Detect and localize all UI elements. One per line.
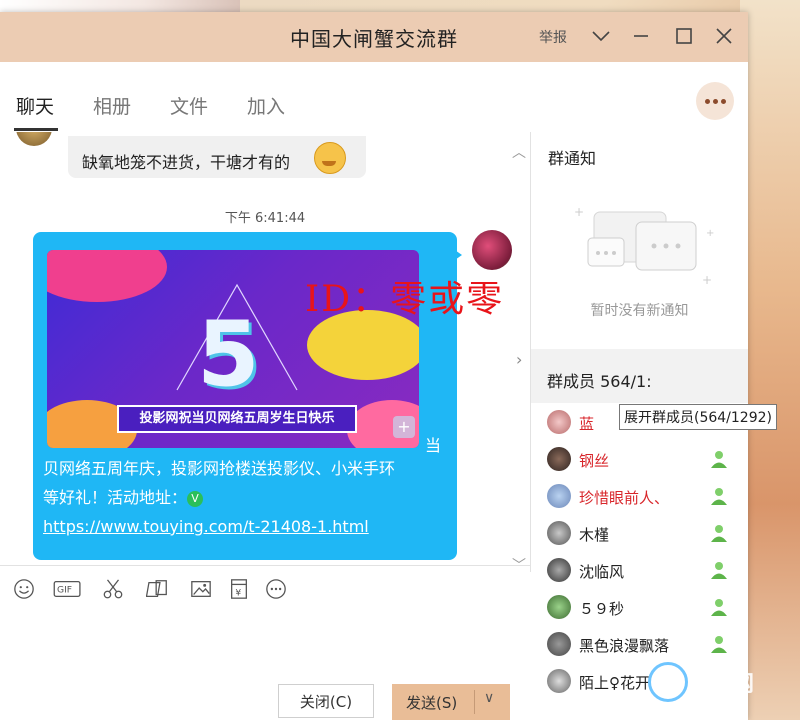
red-packet-icon[interactable]: ¥ [227, 578, 251, 600]
member-status-icon [711, 599, 727, 616]
member-status-icon [711, 636, 727, 653]
svg-text:+: + [702, 273, 712, 287]
send-button-separator [474, 690, 475, 714]
message-line-text: 等好礼！活动地址： [43, 488, 188, 507]
member-name: 黑色浪漫飘落 [579, 637, 670, 655]
avatar [547, 669, 571, 693]
avatar [547, 410, 571, 434]
message-text-fragment: 当 [425, 436, 442, 455]
minimize-icon[interactable] [629, 24, 653, 48]
avatar [547, 558, 571, 582]
send-button[interactable]: 发送(S) ∨ [392, 684, 510, 720]
member-name: ５９秒 [579, 600, 625, 618]
message-bubble[interactable]: 缺氧地笼不进货，干塘才有的 [68, 136, 366, 178]
avatar [547, 447, 571, 471]
tab-chat[interactable]: 聊天 [16, 92, 54, 119]
chat-message-area[interactable]: 缺氧地笼不进货，干塘才有的 ︿ 下午 6:41:44 5 投影网祝当贝网络五周岁… [0, 132, 530, 565]
message-line: 贝网络五周年庆，投影网抢楼送投影仪、小米手环 [43, 459, 396, 478]
members-count-label: 群成员 564/1: [547, 372, 652, 391]
avatar [547, 484, 571, 508]
message-text: 贝网络五周年庆，投影网抢楼送投影仪、小米手环 等好礼！活动地址： V https:… [43, 454, 451, 541]
tab-album[interactable]: 相册 [93, 92, 131, 119]
input-toolbar: GIF ¥ [0, 566, 530, 608]
avatar [547, 632, 571, 656]
message-input[interactable] [0, 608, 530, 678]
tab-bar: 聊天 相册 文件 加入 [0, 62, 748, 132]
site-logo-icon [648, 662, 688, 702]
member-status-icon [711, 562, 727, 579]
chevron-down-icon[interactable] [589, 24, 613, 48]
svg-text:¥: ¥ [235, 587, 241, 598]
more-icon[interactable] [264, 578, 288, 600]
avatar[interactable] [472, 230, 512, 270]
close-icon[interactable] [712, 24, 736, 48]
member-name: 蓝 [579, 415, 595, 433]
overlay-watermark-text: ID：零或零 [305, 279, 505, 320]
report-button[interactable]: 举报 [539, 27, 567, 47]
svg-text:+: + [574, 205, 584, 219]
member-name: 陌上♀花开 [579, 674, 650, 692]
title-bar: 中国大闸蟹交流群 举报 [0, 12, 748, 62]
member-row[interactable]: 黑色浪漫飘落 [531, 626, 748, 663]
shape-icon[interactable] [146, 578, 170, 600]
banner-caption: 投影网祝当贝网络五周岁生日快乐 [117, 405, 357, 433]
close-button[interactable]: 关闭(C) [278, 684, 374, 718]
message-text: 缺氧地笼不进货，干塘才有的 [82, 153, 291, 172]
avatar [547, 521, 571, 545]
zoom-in-icon[interactable]: + [393, 416, 415, 438]
avatar[interactable] [16, 132, 52, 146]
message-timestamp: 下午 6:41:44 [224, 211, 306, 226]
member-row[interactable]: ５９秒 [531, 589, 748, 626]
member-row[interactable]: 木槿 [531, 515, 748, 552]
member-row[interactable]: 珍惜眼前人、 [531, 478, 748, 515]
svg-text:GIF: GIF [57, 585, 72, 596]
message-line: 等好礼！活动地址： V [43, 483, 451, 512]
member-name: 钢丝 [579, 452, 610, 470]
image-icon[interactable] [189, 578, 213, 600]
member-name: 沈临风 [579, 563, 625, 581]
chevron-up-icon[interactable]: ︿ [512, 142, 526, 162]
more-options-button[interactable] [696, 82, 734, 120]
member-status-icon [711, 488, 727, 505]
member-status-icon [711, 525, 727, 542]
emoji-icon[interactable] [12, 578, 36, 600]
svg-text:+: + [706, 228, 714, 239]
maximize-icon[interactable] [672, 24, 696, 48]
verified-link-icon: V [187, 490, 204, 507]
member-status-icon [711, 451, 727, 468]
member-row[interactable]: 沈临风 [531, 552, 748, 589]
send-button-label: 发送(S) [406, 694, 458, 712]
empty-notice-illustration-icon: + + + [574, 205, 714, 287]
laughing-emoji-icon [314, 142, 346, 174]
collapse-panel-icon[interactable]: › [516, 350, 522, 369]
chevron-down-scroll-icon[interactable]: ﹀ [512, 555, 526, 565]
avatar [547, 595, 571, 619]
member-row[interactable]: 钢丝 [531, 441, 748, 478]
group-notice-title: 群通知 [548, 149, 597, 168]
send-options-chevron-icon[interactable]: ∨ [484, 690, 494, 706]
group-chat-window: 中国大闸蟹交流群 举报 聊天 相册 文件 加入 缺氧地笼不进货，干塘才有的 ︿ … [0, 12, 777, 720]
no-notice-text: 暂时没有新通知 [590, 303, 689, 319]
member-name: 珍惜眼前人、 [579, 489, 670, 507]
gif-icon[interactable]: GIF [52, 578, 84, 600]
member-name: 木槿 [579, 526, 610, 544]
activity-link[interactable]: https://www.touying.com/t-21408-1.html [43, 512, 451, 541]
tab-files[interactable]: 文件 [170, 92, 208, 119]
scissors-icon[interactable] [101, 578, 125, 600]
members-expand-tooltip: 展开群成员(564/1292) [619, 404, 777, 430]
desktop-background-right [740, 0, 800, 720]
active-tab-indicator [14, 128, 58, 131]
site-logo-text: 投影网 [688, 672, 755, 697]
tab-join[interactable]: 加入 [247, 92, 285, 119]
members-header[interactable]: 群成员 564/1: [531, 349, 748, 403]
banner-number: 5 [197, 302, 260, 407]
